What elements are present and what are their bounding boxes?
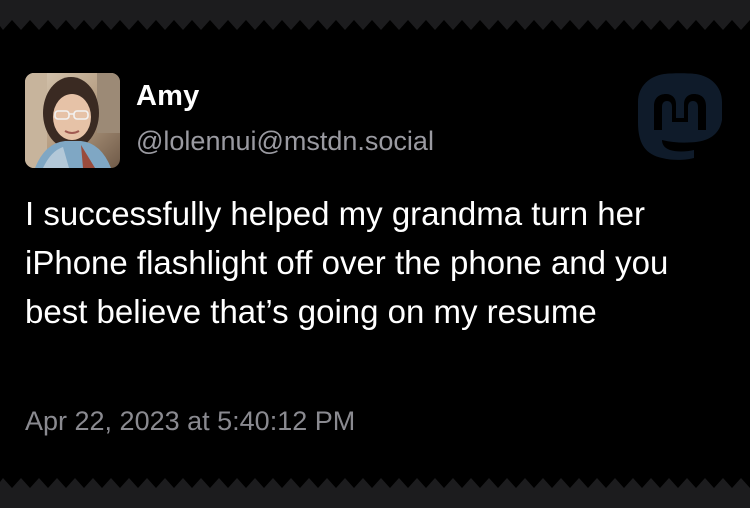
- avatar-photo: [25, 73, 120, 168]
- avatar[interactable]: [25, 73, 120, 168]
- mastodon-logo-icon: [638, 73, 722, 160]
- author-handle[interactable]: @lolennui@mstdn.social: [136, 126, 434, 157]
- post-screenshot: Amy @lolennui@mstdn.social I successfull…: [0, 0, 750, 508]
- post-timestamp[interactable]: Apr 22, 2023 at 5:40:12 PM: [25, 406, 355, 437]
- post-text: I successfully helped my grandma turn he…: [25, 195, 669, 330]
- torn-edge-bottom: [0, 478, 750, 508]
- torn-edge-top: [0, 0, 750, 30]
- author-display-name[interactable]: Amy: [136, 80, 199, 113]
